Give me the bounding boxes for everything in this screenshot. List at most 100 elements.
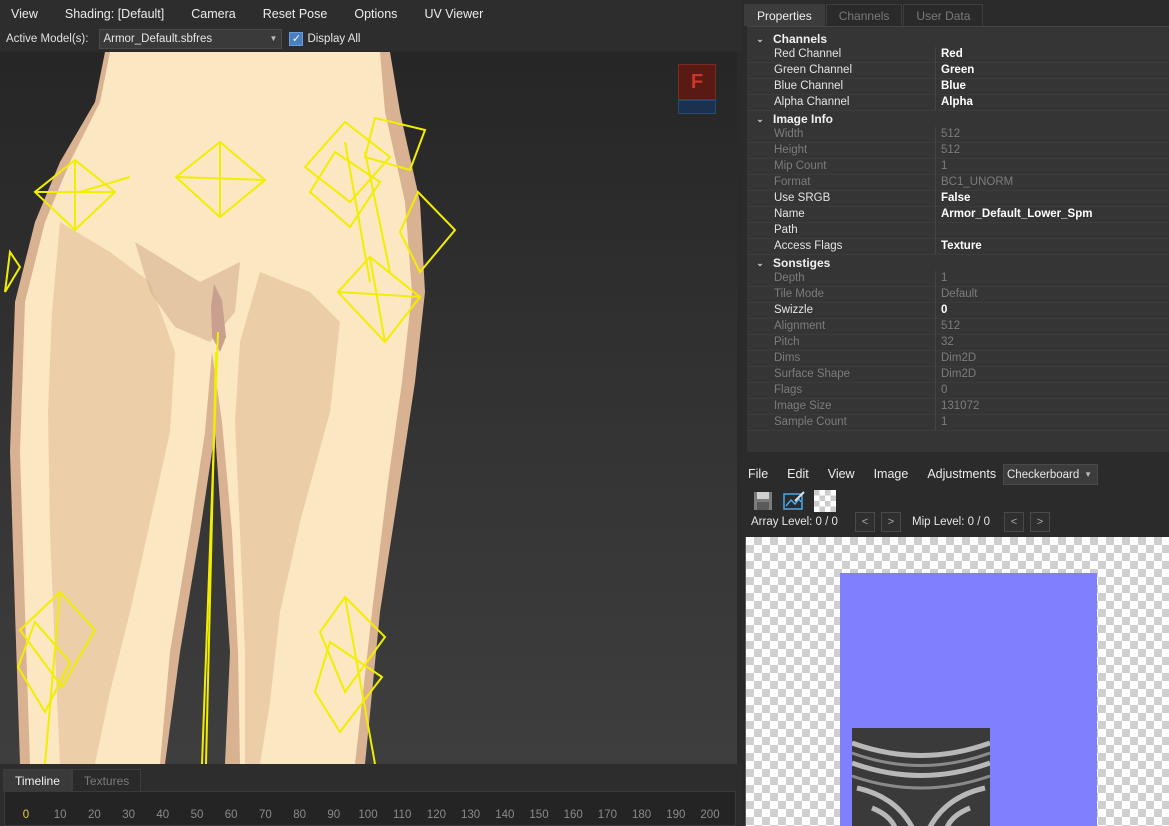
property-value: 0 bbox=[935, 383, 1169, 399]
property-name: Green Channel bbox=[747, 63, 935, 79]
tab-textures[interactable]: Textures bbox=[71, 769, 142, 791]
property-row: Mip Count 1 bbox=[747, 159, 1169, 175]
property-value: Dim2D bbox=[935, 351, 1169, 367]
property-name: Blue Channel bbox=[747, 79, 935, 95]
property-name: Swizzle bbox=[747, 303, 935, 319]
timeline-frame-label: 130 bbox=[461, 809, 481, 821]
tab-timeline[interactable]: Timeline bbox=[3, 769, 72, 791]
timeline-frame-label: 40 bbox=[156, 809, 170, 821]
array-level-prev-button[interactable]: < bbox=[855, 512, 875, 532]
uv-menu-image[interactable]: Image bbox=[874, 467, 909, 481]
save-icon[interactable] bbox=[752, 490, 774, 512]
tab-properties[interactable]: Properties bbox=[744, 4, 825, 26]
property-row[interactable]: Blue Channel Blue bbox=[747, 79, 1169, 95]
property-row: Dims Dim2D bbox=[747, 351, 1169, 367]
menu-uv-viewer[interactable]: UV Viewer bbox=[420, 5, 487, 23]
timeline-track[interactable]: 0 10 20 30 40 50 60 70 80 90 100 110 120 130 140 150 160… bbox=[4, 791, 736, 826]
property-row: Width 512 bbox=[747, 127, 1169, 143]
property-row[interactable]: Green Channel Green bbox=[747, 63, 1169, 79]
timeline-frame-label: 0 bbox=[22, 809, 30, 821]
timeline-frame-label: 20 bbox=[87, 809, 101, 821]
mip-level-prev-button[interactable]: < bbox=[1004, 512, 1024, 532]
timeline-frame-label: 80 bbox=[293, 809, 306, 821]
timeline-frame-label: 150 bbox=[529, 809, 549, 821]
orientation-gizmo[interactable]: F bbox=[676, 64, 718, 116]
timeline-frame-label: 50 bbox=[190, 809, 204, 821]
property-category[interactable]: ⌄ Image Info bbox=[747, 111, 1169, 127]
display-all-checkbox[interactable]: ✓ bbox=[289, 32, 304, 46]
property-category-name: Image Info bbox=[773, 112, 834, 126]
uv-menu-view[interactable]: View bbox=[828, 467, 855, 481]
property-row[interactable]: Name Armor_Default_Lower_Spm bbox=[747, 207, 1169, 223]
property-row[interactable]: Red Channel Red bbox=[747, 47, 1169, 63]
uv-menu-edit[interactable]: Edit bbox=[787, 467, 809, 481]
property-name: Access Flags bbox=[747, 239, 935, 255]
property-value[interactable]: Alpha bbox=[935, 95, 1169, 111]
mip-level-next-button[interactable]: > bbox=[1030, 512, 1050, 532]
chevron-down-icon: ▼ bbox=[269, 34, 278, 43]
menu-options[interactable]: Options bbox=[350, 5, 401, 23]
chevron-down-icon[interactable]: ⌄ bbox=[747, 114, 773, 125]
timeline-frame-label: 180 bbox=[632, 809, 652, 821]
uv-menu-file[interactable]: File bbox=[748, 467, 768, 481]
active-model-select[interactable]: Armor_Default.sbfres ▼ bbox=[99, 29, 283, 49]
menu-camera[interactable]: Camera bbox=[187, 5, 239, 23]
property-row: Tile Mode Default bbox=[747, 287, 1169, 303]
chevron-down-icon[interactable]: ⌄ bbox=[747, 34, 773, 45]
chevron-down-icon[interactable]: ⌄ bbox=[747, 258, 773, 269]
right-pane: Properties Channels User Data ⌄ Channels R… bbox=[742, 0, 1169, 826]
property-name: Tile Mode bbox=[747, 287, 935, 303]
property-row[interactable]: Alpha Channel Alpha bbox=[747, 95, 1169, 111]
timeline-frame-label: 110 bbox=[393, 809, 412, 821]
property-row: Flags 0 bbox=[747, 383, 1169, 399]
property-value[interactable] bbox=[935, 223, 1169, 239]
property-grid-panel: ⌄ Channels Red Channel Red Green Channel Gree… bbox=[747, 26, 1169, 452]
3d-viewport[interactable]: F bbox=[0, 52, 737, 764]
property-row: Surface Shape Dim2D bbox=[747, 367, 1169, 383]
property-value: Dim2D bbox=[935, 367, 1169, 383]
property-row[interactable]: Swizzle 0 bbox=[747, 303, 1169, 319]
property-value[interactable]: Red bbox=[935, 47, 1169, 63]
property-value: 131072 bbox=[935, 399, 1169, 415]
timeline-frame-label: 120 bbox=[426, 809, 446, 821]
property-row[interactable]: Access Flags Texture bbox=[747, 239, 1169, 255]
property-category[interactable]: ⌄ Sonstiges bbox=[747, 255, 1169, 271]
level-controls: Array Level: 0 / 0 < > Mip Level: 0 / 0 … bbox=[751, 512, 1161, 532]
texture-detail-region bbox=[852, 728, 990, 826]
uv-texture-view[interactable] bbox=[745, 537, 1169, 826]
property-value[interactable]: Blue bbox=[935, 79, 1169, 95]
property-category[interactable]: ⌄ Channels bbox=[747, 31, 1169, 47]
property-category-name: Channels bbox=[773, 32, 828, 46]
property-value[interactable]: 0 bbox=[935, 303, 1169, 319]
property-row[interactable]: Path bbox=[747, 223, 1169, 239]
uv-menu-adjustments[interactable]: Adjustments bbox=[927, 467, 996, 481]
menu-reset-pose[interactable]: Reset Pose bbox=[259, 5, 332, 23]
property-value[interactable]: Green bbox=[935, 63, 1169, 79]
array-level-next-button[interactable]: > bbox=[881, 512, 901, 532]
property-value: BC1_UNORM bbox=[935, 175, 1169, 191]
background-select[interactable]: Checkerboard ▼ bbox=[1003, 464, 1098, 485]
checkerboard-icon[interactable] bbox=[814, 490, 836, 512]
property-name: Flags bbox=[747, 383, 935, 399]
tab-channels[interactable]: Channels bbox=[825, 4, 903, 26]
chevron-down-icon: ▼ bbox=[1084, 470, 1092, 479]
display-all-toggle[interactable]: ✓ Display All bbox=[289, 32, 361, 46]
property-name: Alpha Channel bbox=[747, 95, 935, 111]
background-select-value: Checkerboard bbox=[1007, 468, 1080, 481]
menu-view[interactable]: View bbox=[7, 5, 42, 23]
edit-image-icon[interactable] bbox=[783, 490, 805, 512]
property-row: Pitch 32 bbox=[747, 335, 1169, 351]
property-row: Depth 1 bbox=[747, 271, 1169, 287]
menu-shading[interactable]: Shading: [Default] bbox=[61, 5, 168, 23]
tab-user-data[interactable]: User Data bbox=[903, 4, 984, 26]
property-value[interactable]: Armor_Default_Lower_Spm bbox=[935, 207, 1169, 223]
property-name: Sample Count bbox=[747, 415, 935, 431]
property-name: Path bbox=[747, 223, 935, 239]
property-value[interactable]: False bbox=[935, 191, 1169, 207]
property-row[interactable]: Use SRGB False bbox=[747, 191, 1169, 207]
gizmo-bottom-face bbox=[678, 100, 716, 114]
property-value[interactable]: Texture bbox=[935, 239, 1169, 255]
property-tabs: Properties Channels User Data bbox=[744, 4, 984, 26]
property-row: Image Size 131072 bbox=[747, 399, 1169, 415]
timeline-ruler: 0 10 20 30 40 50 60 70 80 90 100 110 120 130 140 150 160… bbox=[5, 809, 737, 825]
